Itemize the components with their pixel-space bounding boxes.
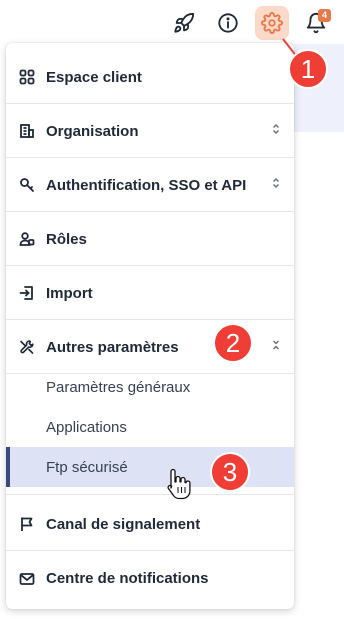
submenu-item-ftp-securise[interactable]: Ftp sécurisé [6, 447, 294, 487]
menu-item-import[interactable]: Import [6, 267, 294, 320]
chevron-updown-icon [272, 122, 280, 140]
submenu-item-label: Applications [46, 418, 127, 436]
settings-dropdown-menu: Espace client Organisation Authentificat… [6, 43, 294, 609]
submenu-item-label: Ftp sécurisé [46, 458, 128, 476]
flag-icon [18, 515, 36, 533]
mail-icon [18, 570, 36, 588]
chevron-collapse-icon [272, 338, 280, 356]
users-icon [18, 230, 36, 248]
menu-item-label: Rôles [46, 230, 87, 248]
info-icon [218, 13, 238, 33]
menu-item-label: Autres paramètres [46, 338, 179, 356]
grid-icon [18, 68, 36, 86]
menu-item-label: Centre de notifications [46, 570, 209, 587]
menu-item-roles[interactable]: Rôles [6, 213, 294, 266]
menu-item-label: Authentification, SSO et API [46, 176, 247, 194]
building-icon [18, 122, 36, 140]
top-toolbar: 4 [0, 0, 344, 44]
menu-item-espace-client[interactable]: Espace client [6, 51, 294, 104]
divider [6, 494, 294, 495]
menu-item-label: Espace client [46, 68, 142, 86]
menu-item-authentification[interactable]: Authentification, SSO et API [6, 159, 294, 212]
submenu-item-applications[interactable]: Applications [6, 407, 294, 447]
chevron-updown-icon [272, 176, 280, 194]
menu-item-organisation[interactable]: Organisation [6, 105, 294, 158]
callout-badge-2: 2 [213, 323, 253, 363]
notifications-button[interactable]: 4 [299, 6, 333, 40]
rocket-icon [174, 12, 195, 33]
menu-item-label: Canal de signalement [46, 515, 201, 533]
hand-cursor-icon [167, 468, 191, 500]
key-icon [18, 176, 36, 194]
notification-badge: 4 [318, 9, 331, 22]
submenu-item-label: Paramètres généraux [46, 378, 191, 396]
rocket-button[interactable] [167, 6, 201, 40]
info-button[interactable] [211, 6, 245, 40]
submenu-item-parametres-generaux[interactable]: Paramètres généraux [6, 367, 294, 407]
callout-badge-1: 1 [288, 49, 328, 89]
gear-icon [261, 12, 283, 34]
callout-badge-3: 3 [210, 452, 250, 492]
settings-button[interactable] [255, 6, 289, 40]
tools-icon [18, 338, 36, 356]
menu-item-label: Import [46, 284, 93, 302]
menu-item-canal-signalement[interactable]: Canal de signalement [6, 498, 294, 551]
menu-item-label: Organisation [46, 122, 139, 140]
import-icon [18, 284, 36, 302]
menu-item-centre-notifications[interactable]: Centre de notifications [6, 552, 294, 605]
